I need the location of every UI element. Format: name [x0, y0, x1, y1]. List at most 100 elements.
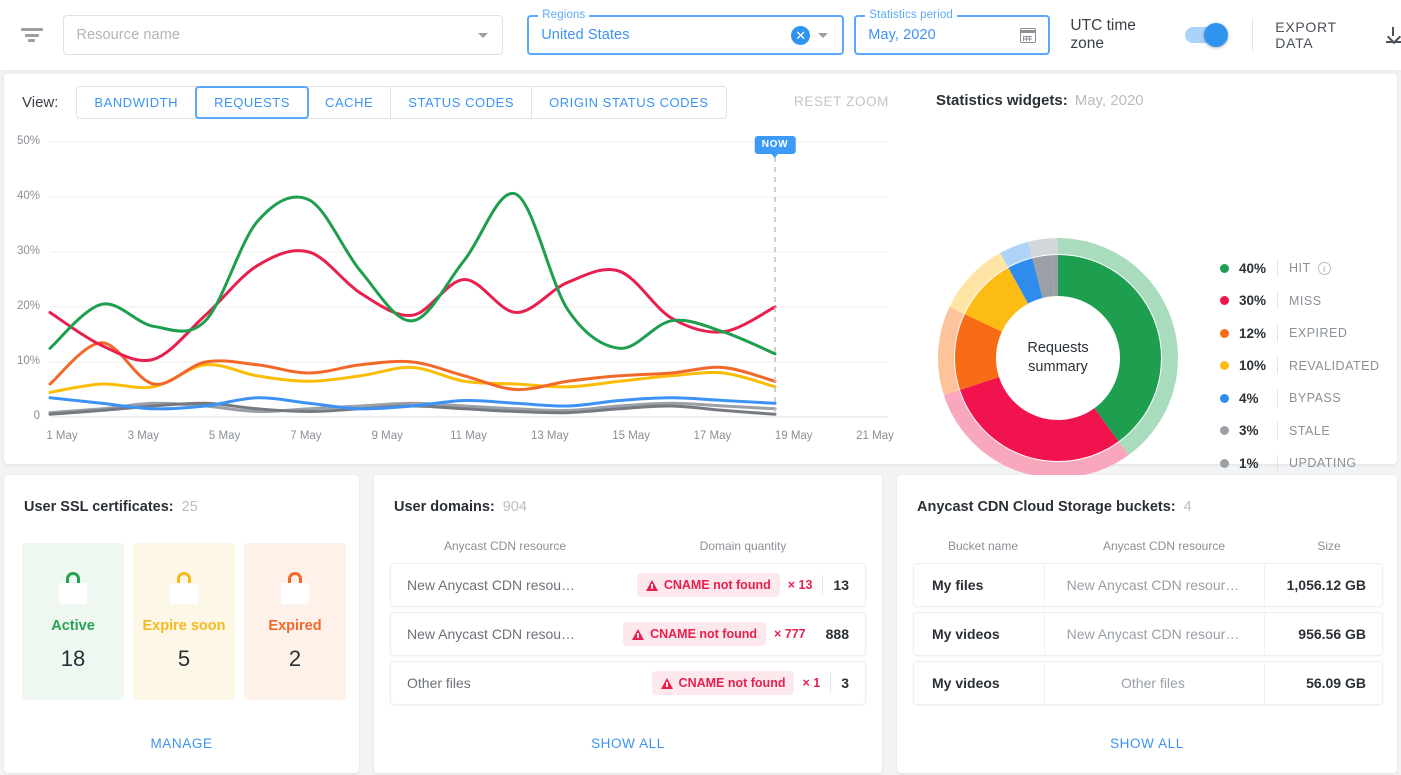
legend-label: BYPASS — [1289, 391, 1342, 406]
calendar-icon[interactable] — [1020, 27, 1037, 43]
buckets-table-row[interactable]: My files New Anycast CDN resour… 1,056.12 … — [913, 563, 1383, 607]
legend-item-bypass[interactable]: 4% BYPASS — [1220, 382, 1379, 415]
chart-x-tick: 13 May — [530, 430, 569, 442]
ssl-tile-active-value: 18 — [60, 645, 86, 671]
statistics-period-label: Statistics period — [865, 9, 957, 21]
ssl-tile-expired[interactable]: SSL Expired 2 — [244, 543, 346, 700]
top-toolbar: Resource name Regions United States ✕ St… — [0, 0, 1401, 70]
info-icon[interactable]: i — [1317, 261, 1331, 275]
buckets-card-title: Anycast CDN Cloud Storage buckets: 4 — [917, 499, 1192, 515]
bucket-name: My videos — [932, 675, 1000, 691]
chart-y-tick: 50% — [16, 135, 40, 147]
regions-chevron-down-icon[interactable] — [818, 32, 829, 38]
domains-col-resource: Anycast CDN resource — [443, 539, 567, 553]
user-domains-card: User domains: 904 Anycast CDN resource Do… — [374, 475, 882, 773]
lock-icon-text: SSL — [174, 588, 194, 598]
resource-name-placeholder: Resource name — [76, 27, 181, 43]
domain-quantity: 3 — [841, 675, 849, 691]
cname-error-count: × 13 — [787, 578, 813, 592]
cname-error-count: × 777 — [774, 627, 806, 641]
legend-color-dot — [1220, 458, 1229, 468]
chart-y-tick: 10% — [16, 355, 40, 367]
cname-error-text: CNAME not found — [678, 676, 786, 690]
export-data-button[interactable]: EXPORT DATA — [1275, 19, 1401, 51]
manage-link[interactable]: MANAGE — [4, 736, 359, 751]
chart-x-tick: 15 May — [612, 430, 650, 442]
tab-status-codes[interactable]: STATUS CODES — [391, 87, 533, 118]
cname-error-badge[interactable]: CNAME not found — [651, 671, 795, 695]
ssl-tile-active[interactable]: SSL Active 18 — [22, 543, 124, 700]
statistics-widgets-period: May, 2020 — [1074, 92, 1144, 109]
legend-color-dot — [1220, 393, 1229, 403]
domains-card-title-text: User domains: — [394, 499, 495, 515]
legend-item-revalidated[interactable]: 10% REVALIDATED — [1220, 350, 1379, 383]
ssl-tile-expire-soon[interactable]: SSL Expire soon 5 — [133, 543, 235, 700]
regions-value: United States — [541, 27, 630, 43]
cname-error-badge[interactable]: CNAME not found — [623, 622, 766, 646]
chart-y-tick: 40% — [16, 190, 40, 202]
legend-item-expired[interactable]: 12% EXPIRED — [1220, 317, 1379, 350]
utc-timezone-label: UTC time zone — [1070, 17, 1136, 52]
warning-icon — [645, 579, 658, 591]
resource-name-input[interactable]: Resource name — [63, 15, 504, 55]
legend-item-hit[interactable]: 40% HIT i — [1220, 252, 1379, 285]
domains-col-quantity: Domain quantity — [699, 539, 787, 553]
bucket-resource: Other files — [1121, 675, 1185, 691]
warning-icon — [632, 628, 645, 640]
reset-zoom-button[interactable]: RESET ZOOM — [794, 94, 889, 109]
chart-y-tick: 0 — [33, 410, 40, 422]
statistics-period-field[interactable]: Statistics period May, 2020 — [854, 9, 1051, 55]
buckets-show-all-link[interactable]: SHOW ALL — [897, 736, 1397, 751]
chart-panel: View: BANDWIDTH REQUESTS CACHE STATUS CO… — [4, 74, 1397, 479]
view-tabs-row: View: BANDWIDTH REQUESTS CACHE STATUS CO… — [22, 86, 727, 119]
statistics-widgets-header: Statistics widgets: May, 2020 — [936, 92, 1144, 109]
tab-bandwidth[interactable]: BANDWIDTH — [77, 87, 197, 118]
ssl-tile-active-label: Active — [51, 617, 95, 634]
row-divider — [822, 575, 824, 595]
domains-show-all-link[interactable]: SHOW ALL — [374, 736, 882, 751]
legend-item-miss[interactable]: 30% MISS — [1220, 285, 1379, 318]
lock-icon: SSL — [281, 571, 309, 604]
cname-error-count: × 1 — [802, 676, 821, 690]
chart-x-tick: 11 May — [450, 430, 487, 442]
chart-x-tick: 7 May — [290, 430, 322, 442]
legend-label: UPDATING — [1289, 456, 1357, 471]
donut-legend: 40% HIT i 30% MISS 12% EXPIRED 10% REVALIDATED 4%… — [1220, 252, 1379, 480]
utc-timezone-toggle[interactable] — [1184, 23, 1229, 47]
clear-regions-icon[interactable]: ✕ — [791, 25, 811, 45]
buckets-table-row[interactable]: My videos New Anycast CDN resour… 956.56 G… — [913, 612, 1383, 656]
legend-color-dot — [1220, 263, 1229, 273]
legend-divider — [1277, 389, 1278, 407]
domains-table-row[interactable]: New Anycast CDN resou… CNAME not found × 1… — [390, 563, 866, 607]
filter-icon[interactable] — [0, 26, 63, 45]
lock-icon-text: SSL — [63, 588, 83, 598]
legend-label: EXPIRED — [1289, 326, 1348, 341]
legend-percent: 3% — [1239, 423, 1259, 439]
regions-select[interactable]: Regions United States ✕ — [527, 9, 845, 55]
tab-cache[interactable]: CACHE — [308, 87, 392, 118]
chart-x-tick: 3 May — [127, 430, 159, 442]
lock-icon: SSL — [59, 571, 87, 604]
legend-item-stale[interactable]: 3% STALE — [1220, 415, 1379, 448]
legend-percent: 1% — [1239, 455, 1259, 471]
domains-table-row[interactable]: New Anycast CDN resou… CNAME not found × 7… — [390, 612, 866, 656]
ssl-tile-expire-soon-label: Expire soon — [142, 617, 226, 634]
utc-timezone-control[interactable]: UTC time zone — [1070, 17, 1229, 53]
bucket-resource: New Anycast CDN resour… — [1066, 577, 1240, 593]
requests-summary-donut[interactable]: Requests summary — [934, 234, 1182, 482]
tab-origin-status-codes[interactable]: ORIGIN STATUS CODES — [532, 87, 725, 118]
legend-percent: 30% — [1239, 293, 1267, 309]
requests-line-chart[interactable]: 0 10% 20% 30% 40% 50% 1 May 3 May 5 May 7 May 9 M… — [4, 132, 894, 464]
buckets-table-row[interactable]: My videos Other files 56.09 GB — [913, 661, 1383, 705]
lock-icon-text: SSL — [285, 588, 305, 598]
domains-table-row[interactable]: Other files CNAME not found × 1 3 — [390, 661, 866, 705]
cname-error-text: CNAME not found — [650, 627, 757, 641]
bucket-resource: New Anycast CDN resour… — [1066, 626, 1240, 642]
ssl-tile-expire-soon-value: 5 — [177, 645, 191, 671]
cname-error-badge[interactable]: CNAME not found — [636, 573, 780, 597]
chevron-down-icon[interactable] — [478, 32, 489, 38]
tab-requests[interactable]: REQUESTS — [195, 86, 310, 119]
buckets-col-bucket-name: Bucket name — [947, 539, 1019, 553]
legend-color-dot — [1220, 328, 1229, 338]
legend-divider — [1277, 259, 1278, 277]
